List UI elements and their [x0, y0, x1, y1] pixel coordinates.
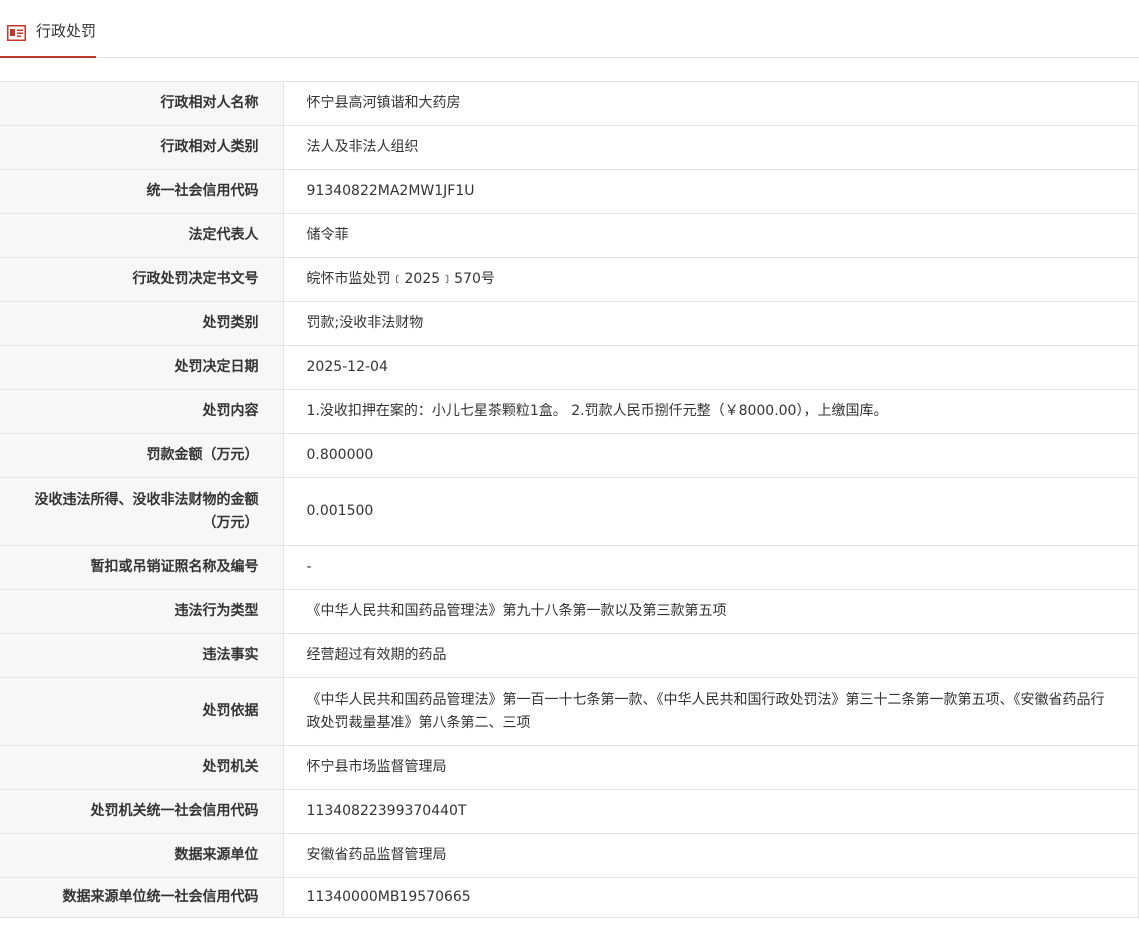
field-value: 安徽省药品监督管理局: [282, 833, 1139, 878]
field-value: -: [282, 545, 1139, 590]
table-row: 数据来源单位统一社会信用代码 11340000MB19570665: [0, 877, 1139, 918]
field-label: 处罚机关统一社会信用代码: [0, 789, 284, 834]
field-label: 处罚机关: [0, 745, 284, 790]
field-value: 0.001500: [282, 477, 1139, 546]
table-row: 罚款金额（万元） 0.800000: [0, 433, 1139, 478]
table-row: 处罚类别 罚款;没收非法财物: [0, 301, 1139, 346]
field-label: 处罚类别: [0, 301, 284, 346]
field-label: 处罚决定日期: [0, 345, 284, 390]
field-label: 统一社会信用代码: [0, 169, 284, 214]
field-label: 违法行为类型: [0, 589, 284, 634]
field-value: 储令菲: [282, 213, 1139, 258]
table-row: 处罚内容 1.没收扣押在案的：小儿七星茶颗粒1盒。 2.罚款人民币捌仟元整（￥8…: [0, 389, 1139, 434]
tab-label: 行政处罚: [36, 22, 97, 40]
field-value: 法人及非法人组织: [282, 125, 1139, 170]
table-row: 处罚决定日期 2025-12-04: [0, 345, 1139, 390]
field-label: 没收违法所得、没收非法财物的金额（万元）: [0, 477, 284, 546]
table-row: 暂扣或吊销证照名称及编号 -: [0, 545, 1139, 590]
field-value: 91340822MA2MW1JF1U: [282, 169, 1139, 214]
detail-table: 行政相对人名称 怀宁县高河镇谐和大药房 行政相对人类别 法人及非法人组织 统一社…: [0, 81, 1139, 918]
table-row: 行政处罚决定书文号 皖怀市监处罚﹝2025﹞570号: [0, 257, 1139, 302]
detail-table-container: 行政相对人名称 怀宁县高河镇谐和大药房 行政相对人类别 法人及非法人组织 统一社…: [0, 81, 1139, 918]
field-value: 怀宁县市场监督管理局: [282, 745, 1139, 790]
field-value: 0.800000: [282, 433, 1139, 478]
field-value: 皖怀市监处罚﹝2025﹞570号: [282, 257, 1139, 302]
field-label: 法定代表人: [0, 213, 284, 258]
field-label: 罚款金额（万元）: [0, 433, 284, 478]
field-value: 《中华人民共和国药品管理法》第九十八条第一款以及第三款第五项: [282, 589, 1139, 634]
table-row: 没收违法所得、没收非法财物的金额（万元） 0.001500: [0, 477, 1139, 546]
field-value: 1.没收扣押在案的：小儿七星茶颗粒1盒。 2.罚款人民币捌仟元整（￥8000.0…: [282, 389, 1139, 434]
table-row: 行政相对人名称 怀宁县高河镇谐和大药房: [0, 81, 1139, 126]
field-label: 行政相对人名称: [0, 81, 284, 126]
field-value: 经营超过有效期的药品: [282, 633, 1139, 678]
field-label: 行政相对人类别: [0, 125, 284, 170]
field-value: 11340822399370440T: [282, 789, 1139, 834]
field-label: 暂扣或吊销证照名称及编号: [0, 545, 284, 590]
field-label: 数据来源单位统一社会信用代码: [0, 877, 284, 918]
table-row: 违法事实 经营超过有效期的药品: [0, 633, 1139, 678]
field-label: 违法事实: [0, 633, 284, 678]
table-row: 处罚机关统一社会信用代码 11340822399370440T: [0, 789, 1139, 834]
table-row: 行政相对人类别 法人及非法人组织: [0, 125, 1139, 170]
id-card-icon: [7, 25, 26, 41]
field-value: 11340000MB19570665: [282, 877, 1139, 918]
table-row: 处罚依据 《中华人民共和国药品管理法》第一百一十七条第一款、《中华人民共和国行政…: [0, 677, 1139, 746]
field-value: 罚款;没收非法财物: [282, 301, 1139, 346]
tab-administrative-penalty[interactable]: 行政处罚: [0, 0, 96, 58]
table-row: 违法行为类型 《中华人民共和国药品管理法》第九十八条第一款以及第三款第五项: [0, 589, 1139, 634]
field-value: 《中华人民共和国药品管理法》第一百一十七条第一款、《中华人民共和国行政处罚法》第…: [282, 677, 1139, 746]
table-row: 数据来源单位 安徽省药品监督管理局: [0, 833, 1139, 878]
field-value: 2025-12-04: [282, 345, 1139, 390]
field-label: 处罚内容: [0, 389, 284, 434]
table-row: 处罚机关 怀宁县市场监督管理局: [0, 745, 1139, 790]
tab-bar: 行政处罚: [0, 0, 1139, 58]
table-row: 法定代表人 储令菲: [0, 213, 1139, 258]
field-label: 行政处罚决定书文号: [0, 257, 284, 302]
field-label: 数据来源单位: [0, 833, 284, 878]
table-row: 统一社会信用代码 91340822MA2MW1JF1U: [0, 169, 1139, 214]
field-label: 处罚依据: [0, 677, 284, 746]
field-value: 怀宁县高河镇谐和大药房: [282, 81, 1139, 126]
